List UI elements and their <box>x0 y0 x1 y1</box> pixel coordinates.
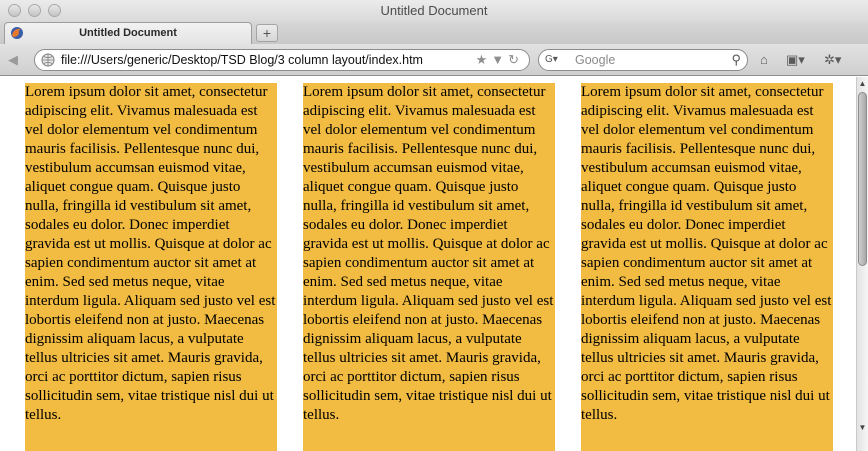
minimize-window-button[interactable] <box>28 4 41 17</box>
navigation-toolbar: ◀ file:///Users/generic/Desktop/TSD Blog… <box>0 44 868 76</box>
tab-label: Untitled Document <box>79 27 177 39</box>
column-2: Lorem ipsum dolor sit amet, consectetur … <box>303 83 555 451</box>
column-1: Lorem ipsum dolor sit amet, consectetur … <box>25 83 277 451</box>
url-text: file:///Users/generic/Desktop/TSD Blog/3… <box>61 53 423 67</box>
back-arrow-icon[interactable]: ◀ <box>8 52 24 68</box>
page-content: Lorem ipsum dolor sit amet, consectetur … <box>0 77 856 451</box>
bookmarks-icon[interactable]: ▣▾ <box>786 52 805 68</box>
firefox-icon <box>11 27 23 39</box>
search-placeholder: Google <box>575 53 616 67</box>
new-tab-button[interactable]: + <box>256 24 278 42</box>
window-titlebar: Untitled Document <box>0 0 868 22</box>
column-3: Lorem ipsum dolor sit amet, consectetur … <box>581 83 833 451</box>
close-window-button[interactable] <box>8 4 21 17</box>
scroll-down-arrow-icon[interactable]: ▼ <box>857 421 868 435</box>
search-bar[interactable]: G▾ Google ⚲ <box>538 49 748 71</box>
tab-untitled-document[interactable]: Untitled Document <box>4 22 252 44</box>
globe-icon[interactable] <box>41 53 55 67</box>
vertical-scrollbar[interactable]: ▲ ▼ <box>856 77 868 451</box>
reload-icon[interactable]: ↻ <box>508 52 523 67</box>
address-bar[interactable]: file:///Users/generic/Desktop/TSD Blog/3… <box>34 49 530 71</box>
dropdown-arrow-icon[interactable]: ▼ <box>491 52 508 67</box>
zoom-window-button[interactable] <box>48 4 61 17</box>
star-icon[interactable]: ★ <box>476 52 492 67</box>
scrollbar-thumb[interactable] <box>858 92 867 266</box>
magnifier-icon[interactable]: ⚲ <box>731 50 741 70</box>
puzzle-icon[interactable]: ✲▾ <box>824 52 841 68</box>
window-title: Untitled Document <box>380 3 488 18</box>
scroll-up-arrow-icon[interactable]: ▲ <box>857 77 868 91</box>
google-icon[interactable]: G▾ <box>545 53 569 67</box>
tab-strip: Untitled Document + <box>0 22 868 44</box>
home-icon[interactable]: ⌂ <box>760 52 768 68</box>
